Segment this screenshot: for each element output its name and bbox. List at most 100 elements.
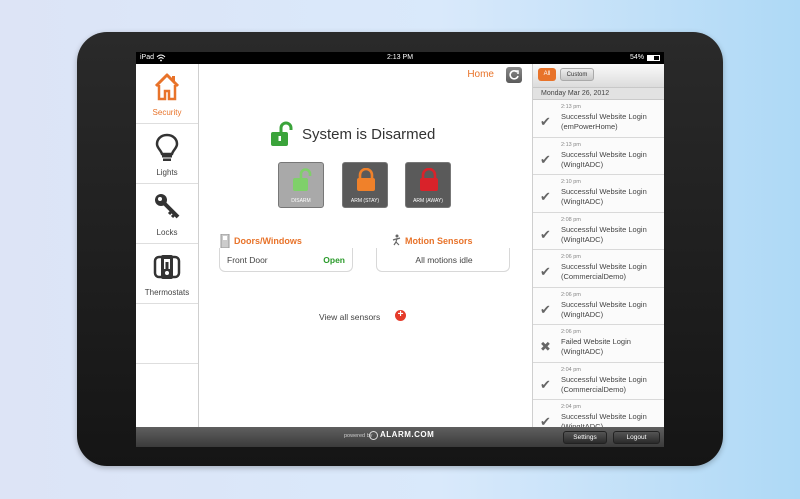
- tab-custom[interactable]: Custom: [560, 68, 594, 81]
- view-all-plus-icon[interactable]: +: [395, 310, 406, 321]
- event-time: 2:06 pm: [561, 329, 581, 335]
- event-row[interactable]: ✔ 2:10 pm Successful Website Login (WingItA…: [533, 175, 664, 213]
- lightbulb-icon: [155, 133, 179, 161]
- home-link[interactable]: Home: [467, 69, 494, 80]
- event-time: 2:06 pm: [561, 254, 581, 260]
- main-content: Home System is Disarmed DISARM ARM (STAY…: [199, 64, 532, 427]
- key-icon: [155, 194, 180, 219]
- panel-tabs: All Custom: [533, 64, 664, 88]
- sidebar-item-thermostats[interactable]: Thermostats: [136, 244, 198, 304]
- door-icon: [220, 234, 230, 248]
- event-user: (WingItADC): [561, 234, 604, 244]
- unlocked-padlock-icon: [293, 168, 312, 191]
- sidebar-item-security[interactable]: Security: [136, 64, 198, 124]
- arm-stay-button[interactable]: ARM (STAY): [342, 162, 388, 208]
- tab-all[interactable]: All: [538, 68, 556, 81]
- arm-stay-label: ARM (STAY): [350, 198, 380, 204]
- sensor-name: Front Door: [227, 255, 268, 265]
- motion-state: All motions idle: [415, 255, 473, 265]
- event-title: Successful Website Login: [561, 412, 647, 421]
- event-row[interactable]: ✔ 2:04 pm Successful Website Login (Commerc…: [533, 362, 664, 400]
- sidebar-item-label: Security: [152, 108, 182, 117]
- event-title: Successful Website Login: [561, 262, 647, 271]
- event-time: 2:04 pm: [561, 404, 581, 410]
- event-user: (CommercialDemo): [561, 272, 627, 281]
- x-icon: ✖: [540, 339, 551, 354]
- motion-sensors-header: Motion Sensors: [392, 234, 473, 246]
- event-time: 2:06 pm: [561, 291, 581, 298]
- battery-icon: [647, 55, 660, 61]
- alarm-logo-icon: [369, 431, 378, 440]
- check-icon: ✔: [540, 414, 551, 427]
- logout-button[interactable]: Logout: [613, 431, 660, 444]
- event-user: (WingItADC): [561, 347, 604, 356]
- event-time: 2:10 pm: [561, 179, 581, 185]
- event-user: (CommercialDemo): [561, 384, 627, 394]
- doors-windows-header: Doors/Windows: [220, 234, 302, 248]
- event-title: Successful Website Login: [561, 149, 647, 159]
- locked-padlock-icon: [357, 168, 375, 191]
- motion-sensors-title: Motion Sensors: [405, 236, 473, 246]
- event-user: (emPowerHome): [561, 122, 618, 131]
- view-all-sensors-link[interactable]: View all sensors: [319, 312, 380, 322]
- thermostat-icon: [153, 255, 181, 279]
- check-icon: ✔: [540, 189, 551, 204]
- motion-sensors-card[interactable]: All motions idle: [376, 248, 510, 272]
- settings-button[interactable]: Settings: [563, 431, 607, 444]
- check-icon: ✔: [540, 301, 551, 317]
- event-row[interactable]: ✔ 2:13 pm Successful Website Login (WingItA…: [533, 137, 664, 175]
- arm-away-label: ARM (AWAY): [413, 198, 443, 204]
- event-row[interactable]: ✔ 2:08 pm Successful Website Login (WingItA…: [533, 212, 664, 250]
- event-title: Successful Website Login: [561, 224, 647, 234]
- sidebar-item-label: Locks: [156, 228, 178, 237]
- locked-padlock-icon: [420, 168, 438, 191]
- event-row[interactable]: ✔ 2:06 pm Successful Website Login (Commerc…: [533, 250, 664, 288]
- sidebar-nav: Security Lights Locks Thermostats: [136, 64, 199, 427]
- sensor-state: Open: [323, 255, 345, 265]
- check-icon: ✔: [540, 264, 551, 279]
- app-screen: iPad 2:13 PM 54% Security Lights Locks T…: [136, 52, 664, 447]
- event-time: 2:04 pm: [561, 366, 581, 373]
- doors-windows-card[interactable]: Front Door Open: [219, 248, 353, 272]
- event-time: 2:13 pm: [561, 104, 581, 110]
- refresh-icon: [509, 70, 519, 80]
- event-list[interactable]: ✔ 2:13 pm Successful Website Login (emPower…: [533, 100, 664, 427]
- sidebar-item-label: Lights: [156, 168, 178, 177]
- event-row[interactable]: ✔ 2:04 pm Successful Website Login (WingItA…: [533, 400, 664, 427]
- sidebar-item-lights[interactable]: Lights: [136, 124, 198, 184]
- event-time: 2:13 pm: [561, 141, 581, 148]
- event-user: (WingItADC): [561, 197, 604, 206]
- battery-percent: 54%: [629, 54, 644, 61]
- event-title: Successful Website Login: [561, 187, 647, 196]
- check-icon: ✔: [540, 376, 551, 392]
- event-title: Successful Website Login: [561, 112, 647, 121]
- sidebar-item-locks[interactable]: Locks: [136, 184, 198, 244]
- unlocked-padlock-icon: [271, 121, 293, 146]
- main-topbar: Home: [199, 64, 532, 86]
- sidebar-empty-slot: [136, 304, 198, 364]
- motion-icon: [392, 234, 401, 246]
- footer-bar: powered by ALARM.COM Settings Logout: [136, 427, 664, 447]
- check-icon: ✔: [540, 151, 551, 167]
- event-date-header: Monday Mar 26, 2012: [533, 88, 664, 100]
- arm-away-button[interactable]: ARM (AWAY): [405, 162, 451, 208]
- event-row[interactable]: ✖ 2:06 pm Failed Website Login (WingItADC): [533, 325, 664, 363]
- doors-windows-title: Doors/Windows: [234, 236, 302, 246]
- event-user: (WingItADC): [561, 309, 604, 319]
- status-bar: iPad 2:13 PM 54%: [136, 52, 664, 64]
- check-icon: ✔: [540, 226, 551, 242]
- event-title: Successful Website Login: [561, 299, 647, 309]
- check-icon: ✔: [540, 114, 551, 129]
- brand-name: ALARM.COM: [380, 430, 435, 439]
- event-row[interactable]: ✔ 2:13 pm Successful Website Login (emPower…: [533, 100, 664, 138]
- event-title: Failed Website Login: [561, 337, 631, 346]
- status-clock: 2:13 PM: [386, 54, 414, 61]
- event-row[interactable]: ✔ 2:06 pm Successful Website Login (WingItA…: [533, 287, 664, 325]
- disarm-button[interactable]: DISARM: [278, 162, 324, 208]
- system-status: System is Disarmed: [269, 120, 499, 148]
- event-history-panel: All Custom Monday Mar 26, 2012 ✔ 2:13 pm S…: [532, 64, 664, 427]
- refresh-button[interactable]: [506, 67, 522, 83]
- home-icon: [154, 73, 180, 101]
- event-user: (WingItADC): [561, 159, 604, 169]
- disarm-label: DISARM: [291, 198, 311, 204]
